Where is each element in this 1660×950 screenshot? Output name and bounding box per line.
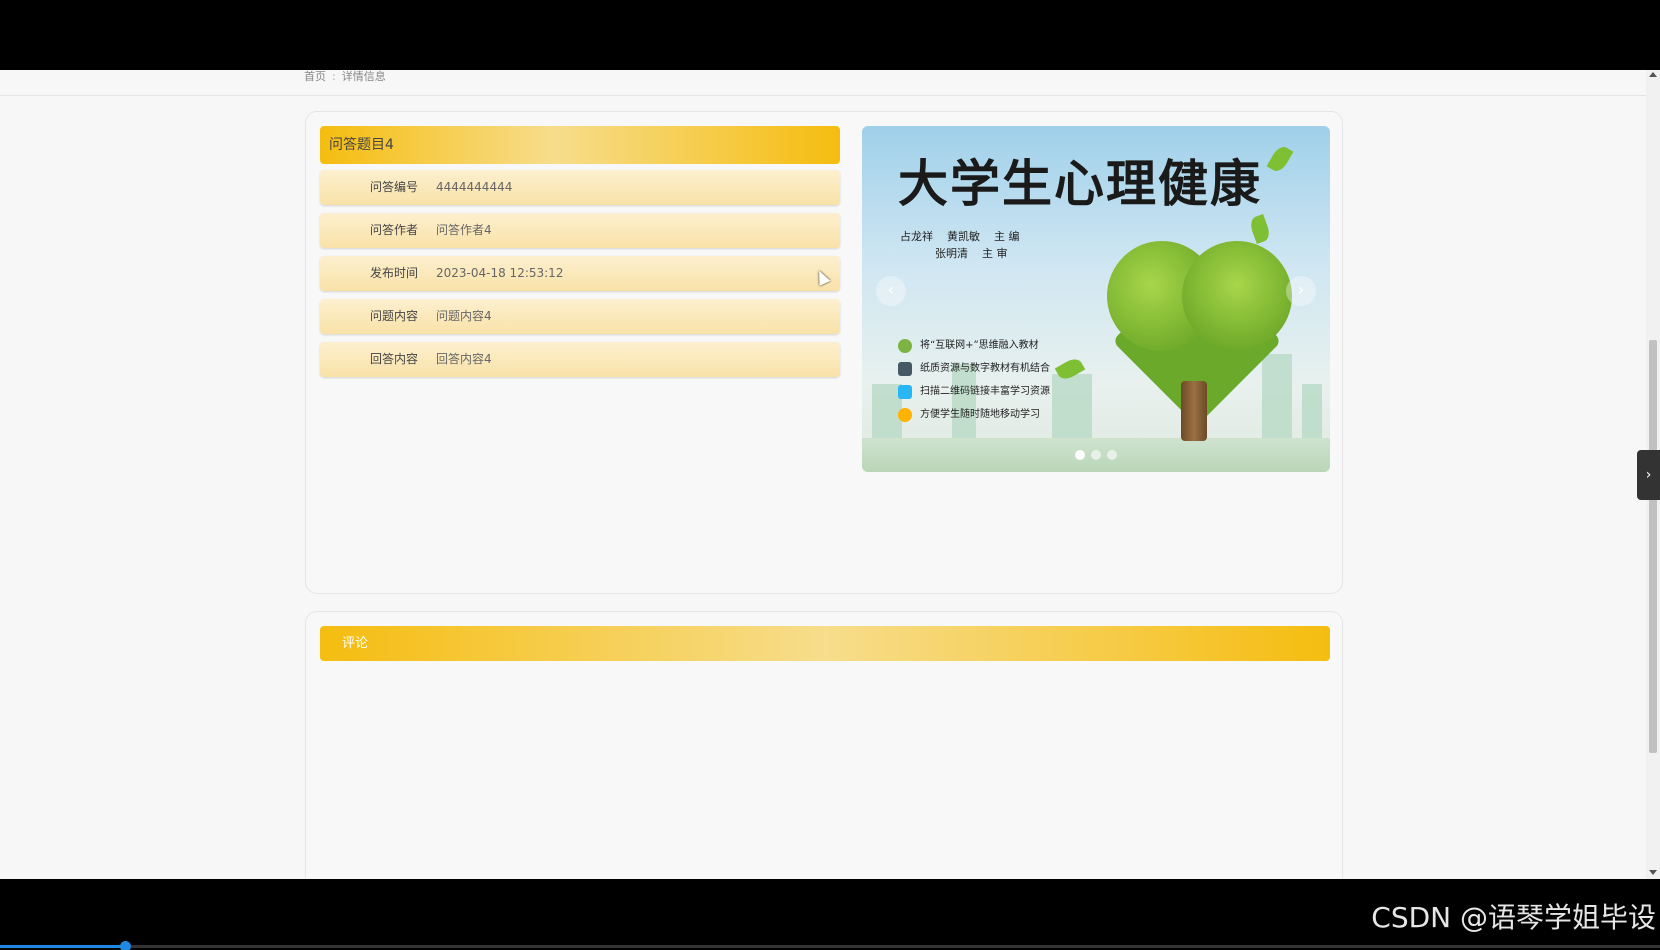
breadcrumb-home-link[interactable]: 首页 [304, 70, 326, 83]
watermark: CSDN @语琴学姐毕设 [1371, 901, 1656, 934]
scroll-up-icon[interactable] [1649, 72, 1657, 77]
feature-text: 将“互联网+”思维融入教材 [920, 340, 1039, 351]
field-label: 问题内容 [369, 309, 418, 323]
slide-authors-line: 张明清 主 审 [900, 247, 1008, 260]
comment-card: 评论 [305, 611, 1343, 879]
slide-feature: 方便学生随时随地移动学习 [898, 403, 1050, 426]
video-progress-knob[interactable] [119, 941, 131, 950]
comment-title: 评论 [320, 626, 1330, 661]
heart-tree-lobe [1182, 241, 1292, 351]
detail-title: 问答题目4 [320, 126, 840, 164]
carousel-dot[interactable] [1075, 450, 1085, 460]
carousel-next-button[interactable]: › [1286, 276, 1316, 306]
slide-title: 大学生心理健康 [898, 154, 1262, 213]
image-carousel: 大学生心理健康 占龙祥 黄凯敏 主 编 张明清 主 审 将“互联网+”思维融入教… [862, 126, 1330, 472]
field-value: 4444444444 [436, 180, 513, 194]
carousel-dot[interactable] [1107, 450, 1117, 460]
field-row-publish-time: 发布时间 2023-04-18 12:53:12 [320, 256, 840, 291]
field-label: 发布时间 [369, 266, 418, 280]
carousel-prev-button[interactable]: ‹ [876, 276, 906, 306]
field-value: 回答内容4 [436, 352, 492, 366]
field-row-question: 问题内容 问题内容4 [320, 299, 840, 334]
breadcrumb-current: 详情信息 [341, 70, 386, 83]
field-row-author: 问答作者 问答作者4 [320, 213, 840, 248]
breadcrumb-trail: 首页: 详情信息 [304, 70, 386, 84]
city-silhouette [1262, 354, 1292, 444]
leaf-icon [1248, 214, 1272, 244]
browser-viewport: 首页: 详情信息 问答题目4 问答编号 4444444444 问答作者 问答作者4… [0, 70, 1660, 879]
feature-text: 方便学生随时随地移动学习 [920, 409, 1040, 420]
tree-trunk [1181, 381, 1207, 441]
feature-text: 扫描二维码链接丰富学习资源 [920, 386, 1050, 397]
slide-feature: 扫描二维码链接丰富学习资源 [898, 380, 1050, 403]
field-value: 问题内容4 [436, 309, 492, 323]
scrollbar-thumb[interactable] [1649, 340, 1657, 753]
slide-feature: 将“互联网+”思维融入教材 [898, 334, 1050, 357]
slide-authors: 占龙祥 黄凯敏 主 编 张明清 主 审 [900, 228, 1019, 262]
detail-card: 问答题目4 问答编号 4444444444 问答作者 问答作者4 发布时间 20… [305, 111, 1343, 594]
field-label: 问答作者 [369, 223, 418, 237]
side-expand-button[interactable]: › [1637, 450, 1660, 500]
breadcrumb-separator: : [332, 70, 336, 83]
wifi-icon [898, 407, 912, 422]
globe-icon [898, 338, 912, 353]
field-row-id: 问答编号 4444444444 [320, 170, 840, 205]
slide-feature: 纸质资源与数字教材有机结合 [898, 357, 1050, 380]
video-progress-bar[interactable] [0, 941, 1660, 950]
field-value: 2023-04-18 12:53:12 [436, 266, 564, 280]
carousel-indicators [862, 445, 1330, 464]
video-progress-fill [0, 945, 125, 948]
breadcrumb: 首页: 详情信息 [0, 70, 1646, 96]
city-silhouette [1052, 374, 1092, 444]
leaf-icon [1266, 143, 1294, 175]
field-label: 问答编号 [369, 180, 418, 194]
field-row-answer: 回答内容 回答内容4 [320, 342, 840, 377]
field-value: 问答作者4 [436, 223, 492, 237]
feature-text: 纸质资源与数字教材有机结合 [920, 363, 1050, 374]
scroll-down-icon[interactable] [1649, 870, 1657, 875]
slide-feature-list: 将“互联网+”思维融入教材 纸质资源与数字教材有机结合 扫描二维码链接丰富学习资… [898, 334, 1050, 426]
phone-icon [898, 384, 912, 399]
book-icon [898, 361, 912, 376]
city-silhouette [1302, 384, 1322, 444]
slide-authors-line: 占龙祥 黄凯敏 主 编 [900, 230, 1020, 243]
carousel-dot[interactable] [1091, 450, 1101, 460]
field-label: 回答内容 [369, 352, 418, 366]
